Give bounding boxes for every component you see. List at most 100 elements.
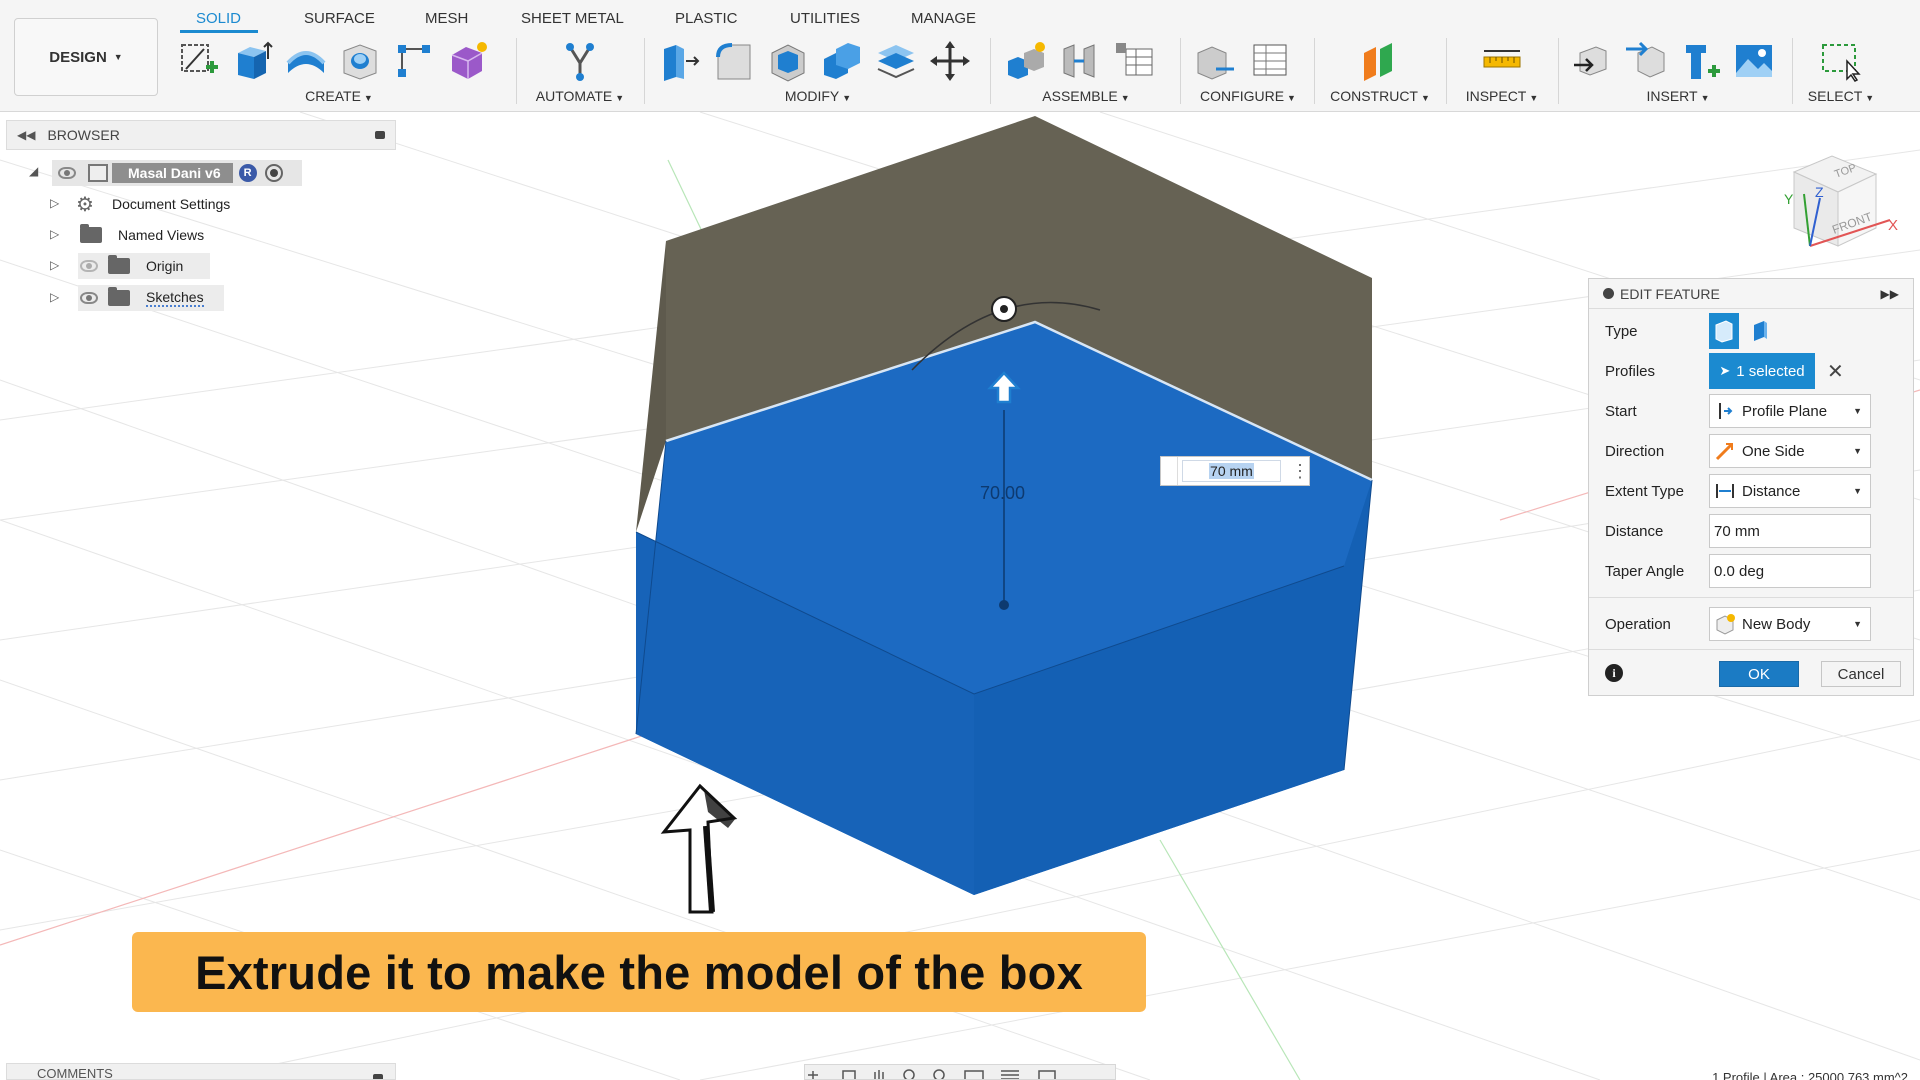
pin-icon[interactable]: [373, 1074, 383, 1079]
direction-select[interactable]: One Side ▼: [1709, 434, 1871, 468]
cancel-button[interactable]: Cancel: [1821, 661, 1901, 687]
expand-caret-icon[interactable]: ▷: [50, 290, 59, 304]
expand-caret-icon[interactable]: ▷: [50, 196, 59, 210]
browser-item-document-settings[interactable]: ⚙ Document Settings: [76, 191, 230, 217]
visibility-eye-icon[interactable]: [80, 292, 98, 304]
view-cube[interactable]: TOP FRONT X Y Z: [1780, 150, 1900, 260]
distance-input-box[interactable]: 70 mm ⋮: [1160, 456, 1310, 486]
solid-extrude-icon: [1715, 320, 1733, 343]
start-select[interactable]: Profile Plane ▼: [1709, 394, 1871, 428]
shell-icon[interactable]: [766, 39, 810, 83]
extent-type-select[interactable]: Distance ▼: [1709, 474, 1871, 508]
expand-caret-icon[interactable]: ▷: [50, 227, 59, 241]
zoom-icon[interactable]: [903, 1069, 915, 1080]
divider: [516, 38, 517, 104]
configuration-table-icon[interactable]: [1248, 39, 1292, 83]
taper-angle-field[interactable]: 0.0 deg: [1709, 554, 1871, 588]
fillet-icon[interactable]: [712, 39, 756, 83]
expand-caret-icon[interactable]: ◢: [29, 164, 38, 178]
automate-menu[interactable]: AUTOMATE ▼: [530, 88, 630, 104]
inspect-menu[interactable]: INSPECT ▼: [1458, 88, 1546, 104]
viewports-icon[interactable]: [1038, 1070, 1056, 1080]
visibility-eye-icon[interactable]: [58, 167, 76, 179]
type-solid-button[interactable]: [1709, 313, 1739, 349]
modify-menu[interactable]: MODIFY ▼: [658, 88, 978, 104]
hidden-eye-icon[interactable]: [80, 260, 98, 272]
tab-plastic[interactable]: PLASTIC: [675, 10, 738, 27]
workspace-label: DESIGN: [49, 48, 107, 66]
display-settings-icon[interactable]: [964, 1070, 984, 1080]
insert-mcmaster-icon[interactable]: [1678, 39, 1722, 83]
press-pull-icon[interactable]: [658, 39, 702, 83]
construct-plane-icon[interactable]: [1358, 39, 1402, 83]
new-component-icon[interactable]: [1004, 39, 1048, 83]
configure-group: CONFIGURE ▼: [1194, 36, 1302, 104]
extrude-icon[interactable]: [230, 39, 274, 83]
grid-settings-icon[interactable]: [1001, 1070, 1019, 1079]
distance-input[interactable]: 70 mm: [1181, 460, 1281, 482]
insert-derive-icon[interactable]: [1570, 39, 1614, 83]
configure-icon[interactable]: [1194, 39, 1238, 83]
tab-solid[interactable]: SOLID: [196, 10, 241, 27]
ok-button[interactable]: OK: [1719, 661, 1799, 687]
axis-z-label: Z: [1815, 184, 1824, 200]
browser-item-named-views[interactable]: Named Views: [80, 222, 204, 248]
select-menu[interactable]: SELECT ▼: [1800, 88, 1882, 104]
active-tab-indicator: [180, 30, 258, 33]
select-icon[interactable]: [1819, 39, 1863, 83]
tab-manage[interactable]: MANAGE: [911, 10, 976, 27]
type-row: Type: [1589, 311, 1913, 351]
hole-icon[interactable]: [338, 39, 382, 83]
pattern-icon[interactable]: [392, 39, 436, 83]
operation-select[interactable]: New Body ▼: [1709, 607, 1871, 641]
info-icon[interactable]: i: [1605, 664, 1623, 682]
create-sketch-icon[interactable]: [176, 39, 220, 83]
insert-canvas-icon[interactable]: [1732, 39, 1776, 83]
automate-icon[interactable]: [558, 39, 602, 83]
folder-icon: [108, 255, 130, 274]
tab-mesh[interactable]: MESH: [425, 10, 468, 27]
look-at-icon[interactable]: [842, 1070, 856, 1080]
measure-icon[interactable]: [1480, 39, 1524, 83]
type-thin-button[interactable]: [1745, 313, 1775, 349]
joint-icon[interactable]: [1058, 39, 1102, 83]
pin-icon[interactable]: [375, 131, 385, 139]
fit-icon[interactable]: [933, 1069, 945, 1080]
gear-icon: ⚙: [76, 193, 94, 216]
insert-menu[interactable]: INSERT ▼: [1570, 88, 1786, 104]
comments-panel[interactable]: COMMENTS: [6, 1063, 396, 1080]
activate-radio-icon[interactable]: [264, 164, 283, 182]
construct-menu[interactable]: CONSTRUCT ▼: [1326, 88, 1434, 104]
browser-item-sketches[interactable]: Sketches: [78, 285, 224, 311]
table-icon[interactable]: [1112, 39, 1156, 83]
browser-root-item[interactable]: Masal Dani v6 R: [52, 160, 302, 186]
workspace-switcher[interactable]: DESIGN ▼: [14, 18, 158, 96]
tab-utilities[interactable]: UTILITIES: [790, 10, 860, 27]
configure-menu[interactable]: CONFIGURE ▼: [1194, 88, 1302, 104]
create-menu[interactable]: CREATE ▼: [176, 88, 502, 104]
divider: [1589, 649, 1913, 650]
move-icon[interactable]: [928, 39, 972, 83]
tab-sheet-metal[interactable]: SHEET METAL: [521, 10, 624, 27]
start-label: Start: [1605, 402, 1637, 420]
insert-mesh-icon[interactable]: [1624, 39, 1668, 83]
profiles-row: Profiles ➤ 1 selected ✕: [1589, 351, 1913, 391]
tab-surface[interactable]: SURFACE: [304, 10, 375, 27]
collapse-icon[interactable]: ◀◀: [17, 128, 35, 142]
assemble-menu[interactable]: ASSEMBLE ▼: [1004, 88, 1168, 104]
profiles-selection-button[interactable]: ➤ 1 selected: [1709, 353, 1815, 389]
revolve-icon[interactable]: [284, 39, 328, 83]
expand-panel-icon[interactable]: ▶▶: [1881, 287, 1899, 301]
pan-icon[interactable]: [874, 1070, 884, 1080]
drag-grip-icon[interactable]: [1161, 457, 1178, 485]
combine-icon[interactable]: [820, 39, 864, 83]
orbit-icon[interactable]: [808, 1071, 818, 1080]
more-options-icon[interactable]: ⋮: [1291, 462, 1309, 480]
clear-selection-icon[interactable]: ✕: [1827, 359, 1844, 384]
distance-field[interactable]: 70 mm: [1709, 514, 1871, 548]
expand-caret-icon[interactable]: ▷: [50, 258, 59, 272]
browser-item-origin[interactable]: Origin: [78, 253, 210, 279]
create-form-icon[interactable]: [446, 39, 490, 83]
offset-face-icon[interactable]: [874, 39, 918, 83]
dimension-origin-dot: [999, 600, 1009, 610]
